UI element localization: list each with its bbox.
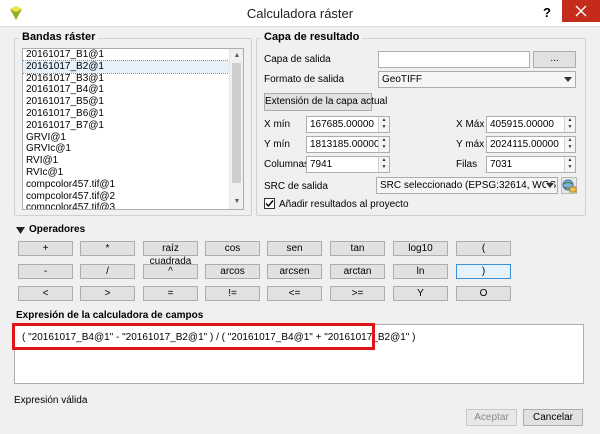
ymax-input[interactable]: 2024115.00000 ▲ ▼ — [486, 136, 576, 153]
band-list-item[interactable]: GRVI@1 — [23, 132, 243, 144]
chevron-down-icon — [546, 183, 554, 188]
operator-button[interactable]: sen — [267, 241, 322, 256]
crs-value: SRC seleccionado (EPSG:32614, WGS 84 / U — [380, 180, 557, 191]
operator-button[interactable]: arcsen — [267, 264, 322, 279]
band-list-item[interactable]: 20161017_B4@1 — [23, 84, 243, 96]
operator-button[interactable]: ) — [456, 264, 511, 279]
window-title: Calculadora ráster — [246, 6, 354, 21]
browse-button[interactable]: ... — [533, 51, 576, 68]
bands-group-title: Bandas ráster — [19, 31, 99, 43]
scroll-thumb[interactable] — [232, 63, 241, 183]
bands-scrollbar[interactable]: ▲ ▼ — [229, 49, 243, 209]
operator-button[interactable]: Y — [393, 286, 448, 301]
expression-status: Expresión válida — [14, 395, 88, 406]
result-group-title: Capa de resultado — [261, 31, 363, 43]
close-icon — [575, 5, 587, 17]
operator-button[interactable]: O — [456, 286, 511, 301]
ymin-input[interactable]: 1813185.00000 ▲ ▼ — [306, 136, 390, 153]
operator-button[interactable]: log10 — [393, 241, 448, 256]
cancel-button[interactable]: Cancelar — [523, 409, 583, 426]
chevron-down-icon — [564, 77, 572, 82]
output-layer-input[interactable] — [378, 51, 530, 68]
operator-button[interactable]: + — [18, 241, 73, 256]
crs-select[interactable]: SRC seleccionado (EPSG:32614, WGS 84 / U — [376, 177, 558, 194]
xmax-spinner[interactable]: ▲ ▼ — [564, 117, 575, 132]
current-layer-extent-button[interactable]: Extensión de la capa actual — [264, 93, 387, 111]
rows-value: 7031 — [490, 159, 513, 170]
ymax-value: 2024115.00000 — [490, 139, 559, 150]
xmin-input[interactable]: 167685.00000 ▲ ▼ — [306, 116, 390, 133]
xmax-label: X Máx — [456, 119, 485, 130]
band-list-item[interactable]: GRVIc@1 — [23, 143, 243, 155]
band-list-item[interactable]: RVIc@1 — [23, 167, 243, 179]
operator-button[interactable]: < — [18, 286, 73, 301]
operator-button[interactable]: ( — [456, 241, 511, 256]
band-list-item[interactable]: 20161017_B6@1 — [23, 108, 243, 120]
band-list-item[interactable]: 20161017_B1@1 — [23, 49, 243, 61]
operator-button[interactable]: cos — [205, 241, 260, 256]
operator-button[interactable]: arctan — [330, 264, 385, 279]
xmin-spinner[interactable]: ▲ ▼ — [378, 117, 389, 132]
band-list-item[interactable]: compcolor457.tif@1 — [23, 179, 243, 191]
band-list-item[interactable]: 20161017_B5@1 — [23, 96, 243, 108]
scroll-up-icon[interactable]: ▲ — [230, 49, 243, 63]
operator-button[interactable]: <= — [267, 286, 322, 301]
format-select[interactable]: GeoTIFF — [378, 71, 576, 88]
ymax-label: Y máx — [456, 139, 485, 150]
xmin-label: X mín — [264, 119, 291, 130]
band-list-item[interactable]: 20161017_B3@1 — [23, 73, 243, 85]
accept-button[interactable]: Aceptar — [466, 409, 517, 426]
checkmark-icon — [265, 200, 274, 208]
crs-selector-icon[interactable] — [561, 177, 577, 194]
band-list-item[interactable]: 20161017_B2@1 — [23, 59, 243, 74]
band-list-item[interactable]: RVI@1 — [23, 155, 243, 167]
operator-button[interactable]: ln — [393, 264, 448, 279]
operator-button[interactable]: * — [80, 241, 135, 256]
crs-label: SRC de salida — [264, 181, 328, 192]
ymin-label: Y mín — [264, 139, 290, 150]
operator-button[interactable]: tan — [330, 241, 385, 256]
xmax-input[interactable]: 405915.00000 ▲ ▼ — [486, 116, 576, 133]
bands-list[interactable]: 20161017_B1@1 20161017_B2@1 20161017_B3@1 2… — [22, 48, 244, 210]
band-list-item[interactable]: compcolor457.tif@2 — [23, 191, 243, 203]
format-value: GeoTIFF — [382, 74, 423, 85]
rows-spinner[interactable]: ▲ ▼ — [564, 157, 575, 172]
ymax-spinner[interactable]: ▲ ▼ — [564, 137, 575, 152]
operator-button[interactable]: / — [80, 264, 135, 279]
columns-spinner[interactable]: ▲ ▼ — [378, 157, 389, 172]
operator-button[interactable]: >= — [330, 286, 385, 301]
ymin-value: 1813185.00000 — [310, 139, 380, 150]
columns-label: Columnas — [264, 159, 310, 170]
columns-value: 7941 — [310, 159, 333, 170]
scroll-down-icon[interactable]: ▼ — [230, 195, 243, 209]
close-button[interactable] — [562, 0, 600, 22]
ymin-spinner[interactable]: ▲ ▼ — [378, 137, 389, 152]
operator-button[interactable]: ^ — [143, 264, 198, 279]
operator-button[interactable]: - — [18, 264, 73, 279]
operator-button[interactable]: = — [143, 286, 198, 301]
operator-button[interactable]: arcos — [205, 264, 260, 279]
xmax-value: 405915.00000 — [490, 119, 554, 130]
rows-input[interactable]: 7031 ▲ ▼ — [486, 156, 576, 173]
format-label: Formato de salida — [264, 74, 345, 85]
help-button[interactable]: ? — [538, 3, 556, 23]
highlight-annotation — [12, 323, 375, 350]
xmin-value: 167685.00000 — [310, 119, 374, 130]
title-bar: Calculadora ráster ? — [0, 0, 600, 27]
operator-button[interactable]: != — [205, 286, 260, 301]
columns-input[interactable]: 7941 ▲ ▼ — [306, 156, 390, 173]
rows-label: Filas — [456, 159, 478, 170]
expression-title: Expresión de la calculadora de campos — [16, 310, 204, 321]
band-list-item[interactable]: 20161017_B7@1 — [23, 120, 243, 132]
add-to-project-checkbox[interactable] — [264, 198, 275, 209]
operator-button[interactable]: raíz cuadrada — [143, 241, 198, 267]
output-layer-label: Capa de salida — [264, 54, 331, 65]
add-to-project-label: Añadir resultados al proyecto — [279, 199, 409, 210]
band-list-item[interactable]: compcolor457.tif@3 — [23, 202, 243, 209]
operator-button[interactable]: > — [80, 286, 135, 301]
